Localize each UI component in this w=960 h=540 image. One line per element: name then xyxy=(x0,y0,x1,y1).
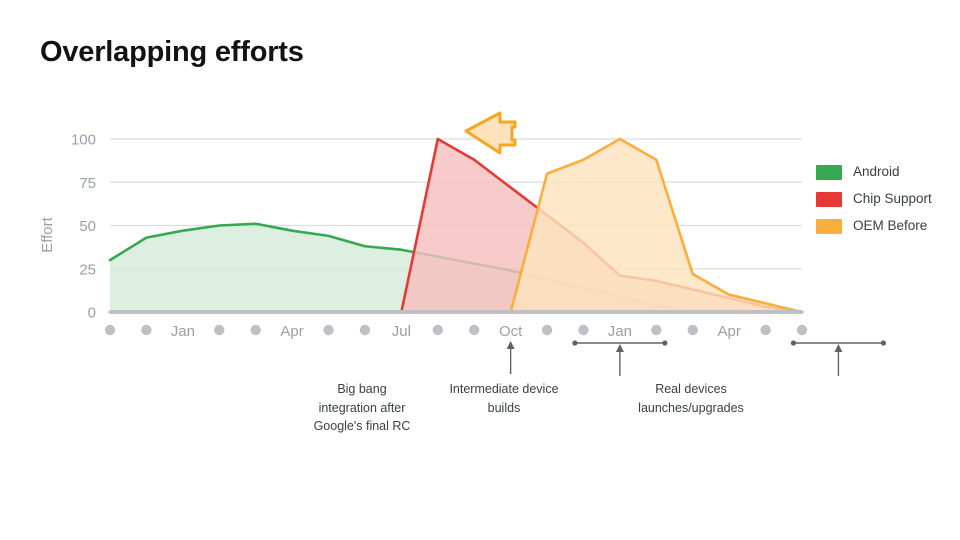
x-tick-dot xyxy=(541,324,553,336)
x-tick-dot xyxy=(469,324,480,336)
legend-item-chip-support[interactable]: Chip Support xyxy=(816,191,932,207)
y-axis-ticks: 0 25 50 75 100 xyxy=(71,132,96,322)
y-tick-label: 75 xyxy=(79,175,96,192)
x-tick-dot xyxy=(141,324,152,336)
annotation-arrow-head xyxy=(506,341,515,349)
annotation-real-device-launches: Real devices launches/upgrades xyxy=(638,382,744,415)
legend-label: OEM Before xyxy=(853,218,928,234)
x-tick-dot xyxy=(796,324,808,336)
legend-swatch xyxy=(816,218,842,234)
x-tick-label: Jan xyxy=(608,323,632,340)
legend-label: Android xyxy=(853,164,900,180)
x-tick-dot xyxy=(104,324,116,336)
y-tick-label: 100 xyxy=(71,132,96,149)
x-tick-dot xyxy=(578,324,589,336)
x-tick-label: Oct xyxy=(499,323,523,340)
y-tick-label: 0 xyxy=(88,305,96,322)
x-tick-dot xyxy=(323,324,334,336)
annotation-arrow-head xyxy=(834,344,843,352)
x-axis-marks: Jan Apr Jul Oct Jan Apr xyxy=(104,323,808,340)
annotation-bracket-end xyxy=(662,340,668,346)
x-tick-dot xyxy=(432,324,443,336)
x-tick-dot xyxy=(359,324,371,336)
x-tick-label: Apr xyxy=(280,323,303,340)
x-tick-dot xyxy=(651,324,662,336)
legend-label: Chip Support xyxy=(853,191,932,207)
chart-legend: Android Chip Support OEM Before xyxy=(816,164,932,234)
legend-item-android[interactable]: Android xyxy=(816,164,932,180)
x-tick-dot xyxy=(250,324,261,336)
x-tick-label: Jan xyxy=(171,323,195,340)
slide-canvas: Overlapping efforts 0 25 50 75 100 Effort Ja… xyxy=(0,0,960,540)
x-tick-label: Apr xyxy=(717,323,740,340)
annotation-markers xyxy=(506,340,887,376)
y-tick-label: 50 xyxy=(79,218,96,235)
y-axis-label: Effort xyxy=(39,216,56,252)
legend-swatch xyxy=(816,164,842,180)
legend-item-oem-before[interactable]: OEM Before xyxy=(816,218,932,234)
chart-svg: 0 25 50 75 100 Effort Jan Apr Jul Oct Jan Apr xyxy=(39,111,887,376)
x-tick-dot xyxy=(760,324,771,336)
shift-left-arrow-icon xyxy=(464,111,517,155)
x-tick-dot xyxy=(687,324,698,336)
annotation-intermediate-builds: Intermediate device builds xyxy=(449,382,559,415)
annotation-arrow-head xyxy=(615,344,624,352)
x-tick-dot xyxy=(214,324,225,336)
x-tick-label: Jul xyxy=(392,323,411,340)
annotation-bracket-end xyxy=(880,340,887,346)
y-tick-label: 25 xyxy=(79,261,96,278)
annotation-bracket-end xyxy=(790,340,797,346)
annotation-bracket-end xyxy=(572,340,578,346)
annotation-big-bang: Big bang integration after Google's fina… xyxy=(313,382,411,433)
legend-swatch xyxy=(816,191,842,207)
effort-area-chart: 0 25 50 75 100 Effort Jan Apr Jul Oct Jan Apr xyxy=(0,0,960,540)
